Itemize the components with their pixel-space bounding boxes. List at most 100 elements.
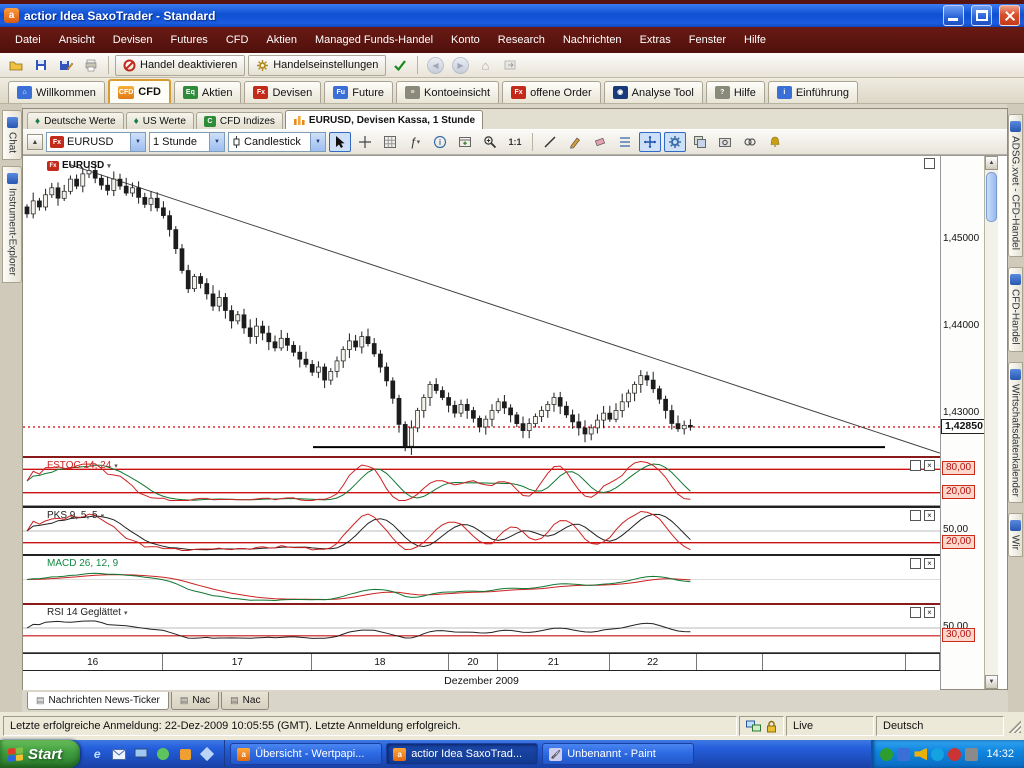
sidebar-tab-chat[interactable]: Chat (2, 110, 22, 160)
chart-tab-deutsche-werte[interactable]: ♦Deutsche Werte (27, 112, 124, 129)
pane-maximize-button[interactable] (910, 510, 921, 521)
pane-close-button[interactable]: × (924, 460, 935, 471)
pane-close-button[interactable]: × (924, 607, 935, 618)
print-button[interactable] (80, 55, 102, 76)
menu-cfd[interactable]: CFD (217, 30, 258, 50)
menu-ansicht[interactable]: Ansicht (50, 30, 104, 50)
chart-vertical-scrollbar[interactable]: ▲ ▼ (984, 156, 998, 689)
tab-einfuehrung[interactable]: iEinführung (768, 81, 858, 103)
eraser-tool[interactable] (589, 132, 611, 152)
new-pane-tool[interactable] (454, 132, 476, 152)
network-icon[interactable] (965, 748, 978, 761)
forward-button[interactable]: ▶ (449, 55, 471, 76)
menu-aktien[interactable]: Aktien (257, 30, 306, 50)
trade-settings-button[interactable]: Handelseinstellungen (248, 55, 386, 76)
panels-tool[interactable] (689, 132, 711, 152)
tab-kontoeinsicht[interactable]: ≡Kontoeinsicht (396, 81, 499, 103)
fibonacci-tool[interactable] (614, 132, 636, 152)
tray-icon-red[interactable] (948, 748, 961, 761)
menu-devisen[interactable]: Devisen (104, 30, 162, 50)
zoom-in-tool[interactable] (479, 132, 501, 152)
open-button[interactable] (5, 55, 27, 76)
show-desktop-icon[interactable] (132, 745, 150, 763)
task-paint[interactable]: 🖌Unbenannt - Paint (542, 743, 694, 765)
fstoc-label[interactable]: FSTOC 14, 24 (47, 460, 111, 471)
menu-managed-funds[interactable]: Managed Funds-Handel (306, 30, 442, 50)
snapshot-tool[interactable] (714, 132, 736, 152)
symbol-select[interactable]: Fx EURUSD ▼ (46, 132, 146, 152)
pks-label[interactable]: PKS 9, 5, 5 (47, 510, 98, 521)
sidebar-tab-wirtschaftsdatenkalender[interactable]: Wirtschaftsdatenkalender (1008, 362, 1023, 504)
rsi-pane[interactable]: RSI 14 Geglättet▾ × (23, 605, 940, 653)
menu-fenster[interactable]: Fenster (680, 30, 735, 50)
start-button[interactable]: Start (0, 740, 80, 768)
volume-icon[interactable] (914, 748, 927, 761)
trendline-tool[interactable] (539, 132, 561, 152)
chart-tab-eurusd[interactable]: EURUSD, Devisen Kassa, 1 Stunde (285, 110, 483, 129)
internet-explorer-icon[interactable]: e (88, 745, 106, 763)
task-uebersicht[interactable]: aÜbersicht - Wertpapi... (230, 743, 382, 765)
menu-extras[interactable]: Extras (631, 30, 680, 50)
menu-research[interactable]: Research (489, 30, 554, 50)
resize-grip[interactable] (1008, 720, 1021, 733)
pane-close-button[interactable]: × (924, 510, 935, 521)
quick-launch-icon[interactable] (176, 745, 194, 763)
tab-news-2[interactable]: ▤Nac (171, 692, 219, 710)
tab-cfd[interactable]: CFDCFD (108, 79, 171, 103)
info-tool[interactable]: i (429, 132, 451, 152)
menu-konto[interactable]: Konto (442, 30, 489, 50)
instrument-overlay-label[interactable]: Fx EURUSD ▾ (47, 160, 111, 171)
chart-settings-gear[interactable] (664, 132, 686, 152)
pane-maximize-button[interactable] (910, 460, 921, 471)
rsi-svg[interactable] (23, 605, 940, 652)
link-tool[interactable] (739, 132, 761, 152)
menu-hilfe[interactable]: Hilfe (735, 30, 775, 50)
macd-svg[interactable] (23, 556, 940, 603)
tab-aktien[interactable]: EqAktien (174, 81, 242, 103)
fstoc-svg[interactable] (23, 458, 940, 505)
alarm-bell-tool[interactable] (764, 132, 786, 152)
collapse-toolbar-button[interactable]: ▲ (27, 134, 43, 150)
sidebar-tab-wir[interactable]: Wir (1008, 513, 1023, 557)
price-pane[interactable]: Fx EURUSD ▾ (23, 156, 940, 458)
menu-futures[interactable]: Futures (162, 30, 217, 50)
chart-tab-us-werte[interactable]: ♦US Werte (126, 112, 194, 129)
quick-launch-icon[interactable] (198, 745, 216, 763)
pane-maximize-button[interactable] (910, 607, 921, 618)
tray-icon-blue[interactable] (897, 748, 910, 761)
pks-pane[interactable]: PKS 9, 5, 5▾ × (23, 506, 940, 556)
tab-news-ticker[interactable]: ▤Nachrichten News-Ticker (27, 692, 169, 710)
export-button[interactable] (499, 55, 521, 76)
crosshair-tool[interactable] (354, 132, 376, 152)
restore-button[interactable] (971, 5, 992, 26)
pencil-tool[interactable] (564, 132, 586, 152)
tab-news-3[interactable]: ▤Nac (221, 692, 269, 710)
pointer-mode-tool[interactable] (639, 132, 661, 152)
home-button[interactable]: ⌂ (474, 55, 496, 76)
sidebar-tab-cfd-handel[interactable]: CFD-Handel (1008, 267, 1023, 352)
chart-style-select[interactable]: Candlestick ▼ (228, 132, 326, 152)
pane-maximize-button[interactable] (910, 558, 921, 569)
tray-icon-lightblue[interactable] (931, 748, 944, 761)
period-select[interactable]: 1 Stunde ▼ (149, 132, 225, 152)
cursor-tool[interactable] (329, 132, 351, 152)
scrollbar-thumb[interactable] (986, 172, 997, 222)
macd-label[interactable]: MACD 26, 12, 9 (47, 558, 118, 569)
task-saxotrader[interactable]: aactior Idea SaxoTrad... (386, 743, 538, 765)
tray-icon-green[interactable] (880, 748, 893, 761)
pks-svg[interactable] (23, 508, 940, 554)
candlestick-chart-svg[interactable] (23, 156, 940, 456)
disable-trading-button[interactable]: Handel deaktivieren (115, 55, 245, 76)
pane-maximize-button[interactable] (924, 158, 935, 169)
mail-icon[interactable] (110, 745, 128, 763)
close-button[interactable] (999, 5, 1020, 26)
scroll-down-arrow[interactable]: ▼ (985, 675, 998, 689)
tab-willkommen[interactable]: ⌂Willkommen (8, 81, 105, 103)
menu-nachrichten[interactable]: Nachrichten (554, 30, 631, 50)
tab-hilfe[interactable]: ?Hilfe (706, 81, 765, 103)
save-all-button[interactable] (55, 55, 77, 76)
zoom-1-1-button[interactable]: 1:1 (504, 132, 526, 152)
pane-close-button[interactable]: × (924, 558, 935, 569)
chart-tab-cfd-indizes[interactable]: CCFD Indizes (196, 112, 283, 129)
tab-future[interactable]: FuFuture (324, 81, 393, 103)
